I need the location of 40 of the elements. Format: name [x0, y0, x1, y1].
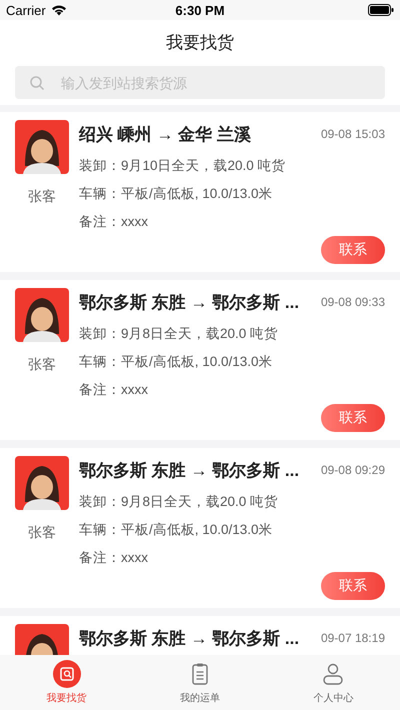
cargo-card[interactable]: 张客 绍兴 嵊州 → 金华 兰溪 09-08 15:03 装卸：9月10日全天，载20.0 吨货 车辆：平板/高低板, 10.0/13.0米 备注：xxxx 联系 — [0, 112, 400, 272]
contact-name: 张客 — [28, 524, 56, 542]
avatar-drawing — [15, 288, 69, 342]
contact-name: 张客 — [28, 356, 56, 374]
post-time: 09-08 09:33 — [320, 295, 385, 309]
tab-item[interactable]: 我要找货 — [0, 655, 134, 710]
wifi-icon — [50, 4, 67, 16]
post-time: 09-07 18:19 — [320, 631, 385, 645]
search-icon — [29, 75, 45, 91]
cargo-card[interactable]: 张客 鄂尔多斯 东胜 → 鄂尔多斯 ... 09-08 09:33 装卸：9月8日全天，载20.0 吨货 车辆：平板/高低板, 10.0/13.0米 备注：xxxx 联系 — [0, 280, 400, 440]
tab-item[interactable]: 我的运单 — [133, 655, 267, 710]
cargo-card[interactable]: 张客 鄂尔多斯 东胜 → 鄂尔多斯 ... 09-08 09:29 装卸：9月8日全天，载20.0 吨货 车辆：平板/高低板, 10.0/13.0米 备注：xxxx 联系 — [0, 448, 400, 608]
contact-button[interactable]: 联系 — [321, 572, 385, 600]
route-title: 鄂尔多斯 东胜 → 鄂尔多斯 ... — [79, 460, 300, 482]
detail-text: 车辆：平板/高低板, 10.0/13.0米 — [79, 353, 274, 371]
contact-name: 张客 — [28, 188, 56, 206]
detail-text: 备注：xxxx — [79, 381, 149, 399]
avatar-drawing — [15, 120, 69, 174]
detail-text: 装卸：9月8日全天，载20.0 吨货 — [79, 493, 280, 511]
detail-text: 装卸：9月8日全天，载20.0 吨货 — [79, 325, 280, 343]
detail-text: 车辆：平板/高低板, 10.0/13.0米 — [79, 185, 274, 203]
contact-button[interactable]: 联系 — [321, 404, 385, 432]
cargo-card[interactable]: 鄂尔多斯 东胜 → 鄂尔多斯 ... 09-07 18:19 — [0, 616, 400, 655]
tab-item[interactable]: 个人中心 — [266, 655, 400, 710]
route-title: 鄂尔多斯 东胜 → 鄂尔多斯 ... — [79, 628, 300, 650]
carrier-name: Carrier — [6, 2, 46, 18]
detail-text: 装卸：9月10日全天，载20.0 吨货 — [79, 157, 287, 175]
post-time: 09-08 15:03 — [320, 127, 385, 141]
search-box-icon — [52, 660, 81, 688]
route-title: 绍兴 嵊州 → 金华 兰溪 — [79, 124, 251, 146]
detail-text: 车辆：平板/高低板, 10.0/13.0米 — [79, 521, 274, 539]
page-title: 我要找货 — [166, 32, 234, 54]
battery-icon — [368, 4, 394, 16]
avatar-drawing — [15, 456, 69, 510]
post-time: 09-08 09:29 — [320, 463, 385, 477]
contact-button[interactable]: 联系 — [321, 236, 385, 264]
detail-text: 备注：xxxx — [79, 213, 149, 231]
route-title: 鄂尔多斯 东胜 → 鄂尔多斯 ... — [79, 292, 300, 314]
detail-text: 备注：xxxx — [79, 549, 149, 567]
status-time: 6:30 PM — [175, 2, 225, 18]
